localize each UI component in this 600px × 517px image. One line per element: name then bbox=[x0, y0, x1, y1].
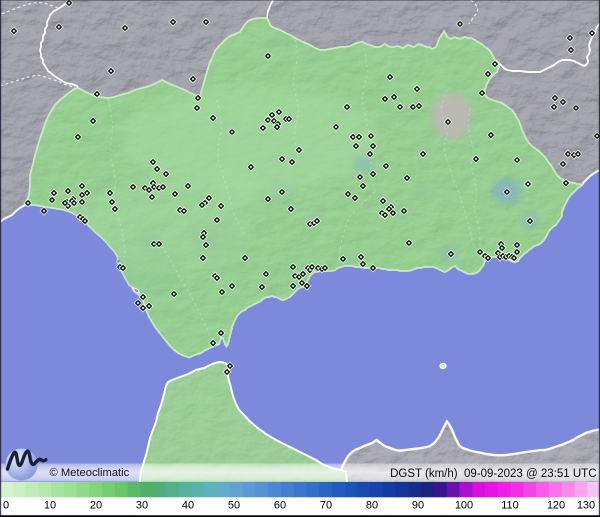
svg-text:30: 30 bbox=[136, 500, 148, 512]
svg-text:50: 50 bbox=[228, 500, 240, 512]
svg-text:40: 40 bbox=[182, 500, 194, 512]
svg-text:20: 20 bbox=[90, 500, 102, 512]
svg-text:100: 100 bbox=[455, 500, 473, 512]
svg-text:130: 130 bbox=[577, 500, 595, 512]
svg-text:120: 120 bbox=[547, 500, 565, 512]
svg-text:60: 60 bbox=[274, 500, 286, 512]
svg-text:10: 10 bbox=[44, 500, 56, 512]
svg-text:70: 70 bbox=[320, 500, 332, 512]
svg-text:DGST (km/h) 09-09-2023 @ 23:5: DGST (km/h) 09-09-2023 @ 23:51 UTC bbox=[390, 468, 596, 480]
svg-text:© Meteoclimatic: © Meteoclimatic bbox=[50, 467, 130, 479]
svg-text:0: 0 bbox=[3, 500, 9, 512]
svg-text:110: 110 bbox=[501, 500, 519, 512]
svg-text:90: 90 bbox=[412, 500, 424, 512]
svg-text:80: 80 bbox=[366, 500, 378, 512]
